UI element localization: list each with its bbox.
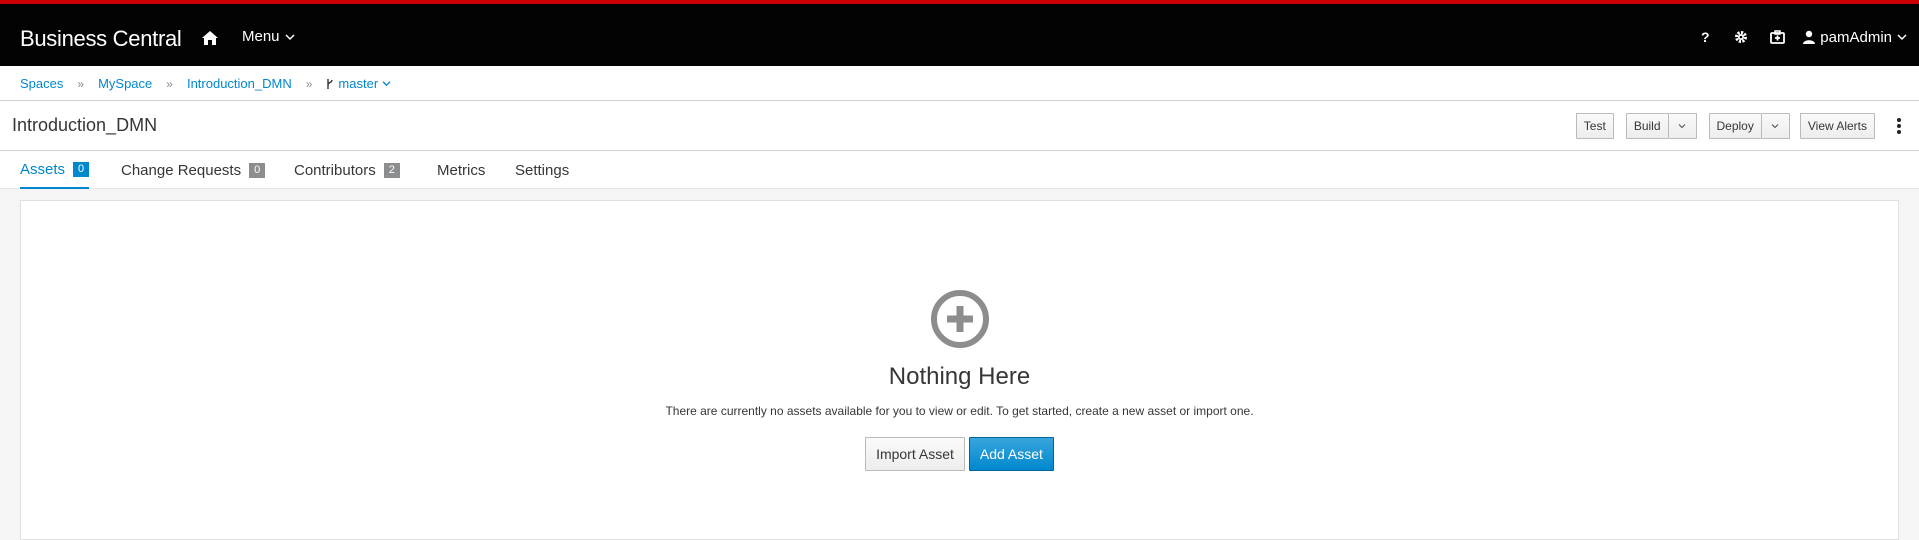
breadcrumb-myspace[interactable]: MySpace: [98, 76, 152, 91]
count-badge: 0: [73, 161, 90, 177]
breadcrumb-project[interactable]: Introduction_DMN: [187, 76, 292, 91]
tab-label: Assets: [20, 160, 66, 178]
chevron-down-icon: [382, 81, 391, 87]
add-circle-icon: [930, 289, 990, 349]
add-asset-button[interactable]: Add Asset: [968, 437, 1054, 471]
count-badge: 2: [383, 162, 400, 178]
breadcrumb-separator: »: [305, 76, 313, 91]
question-icon[interactable]: ?: [1687, 26, 1723, 48]
tab-settings[interactable]: Settings: [515, 159, 569, 189]
breadcrumb-separator: »: [166, 76, 173, 91]
view-alerts-button[interactable]: View Alerts: [1799, 113, 1875, 139]
project-actions: Test Build Deploy View Alerts: [1575, 113, 1909, 139]
branch-selector[interactable]: master: [326, 76, 391, 91]
menu-dropdown[interactable]: Menu: [242, 28, 295, 45]
empty-state-actions: Import Asset Add Asset: [21, 437, 1898, 471]
empty-state-title: Nothing Here: [888, 363, 1031, 390]
tab-contributors[interactable]: Contributors 2: [294, 159, 400, 189]
count-badge: 0: [249, 162, 266, 178]
tab-label: Metrics: [437, 161, 486, 179]
build-button[interactable]: Build: [1625, 113, 1669, 139]
user-menu[interactable]: pamAdmin: [1803, 29, 1907, 46]
breadcrumb-spaces[interactable]: Spaces: [20, 76, 63, 91]
tab-assets[interactable]: Assets 0: [20, 159, 90, 189]
chevron-down-icon: [1678, 124, 1686, 129]
page-title: Introduction_DMN: [12, 115, 158, 135]
tab-label: Change Requests: [121, 161, 242, 179]
kebab-menu-icon[interactable]: [1889, 113, 1909, 139]
branch-name: master: [338, 76, 379, 91]
chevron-down-icon: [1771, 124, 1779, 129]
build-dropdown-toggle[interactable]: [1668, 113, 1697, 139]
project-tabs: Assets 0 Change Requests 0 Contributors …: [0, 151, 1919, 189]
tab-metrics[interactable]: Metrics: [437, 159, 485, 189]
build-button-group: Build: [1625, 113, 1697, 139]
import-asset-button[interactable]: Import Asset: [865, 437, 965, 471]
chevron-down-icon: [285, 33, 295, 40]
home-icon[interactable]: [201, 29, 219, 47]
breadcrumb-separator: »: [77, 76, 85, 91]
top-navbar: Business Central Menu ? pamAdmin: [0, 0, 1919, 66]
tab-label: Contributors: [294, 161, 376, 179]
project-header: Introduction_DMN Test Build Deploy View …: [0, 101, 1919, 151]
breadcrumb-bar: Spaces » MySpace » Introduction_DMN » ma…: [0, 66, 1919, 101]
empty-state: Nothing Here There are currently no asse…: [21, 289, 1898, 471]
deploy-button[interactable]: Deploy: [1708, 113, 1762, 139]
branch-icon: [327, 78, 334, 89]
navbar-utilities: ? pamAdmin: [1687, 26, 1907, 48]
case-icon[interactable]: [1759, 26, 1795, 48]
test-button[interactable]: Test: [1575, 113, 1614, 139]
deploy-button-group: Deploy: [1708, 113, 1790, 139]
empty-state-text: There are currently no assets available …: [665, 404, 1254, 418]
chevron-down-icon: [1897, 34, 1907, 41]
deploy-dropdown-toggle[interactable]: [1761, 113, 1790, 139]
app-title[interactable]: Business Central: [20, 26, 182, 52]
assets-panel: Nothing Here There are currently no asse…: [20, 200, 1899, 540]
tab-change-requests[interactable]: Change Requests 0: [121, 159, 266, 189]
gear-icon[interactable]: [1723, 26, 1759, 48]
tab-label: Settings: [515, 161, 570, 179]
breadcrumb: Spaces » MySpace » Introduction_DMN » ma…: [20, 76, 391, 91]
menu-label: Menu: [242, 28, 280, 45]
user-name: pamAdmin: [1820, 28, 1892, 46]
user-icon: [1803, 30, 1816, 44]
